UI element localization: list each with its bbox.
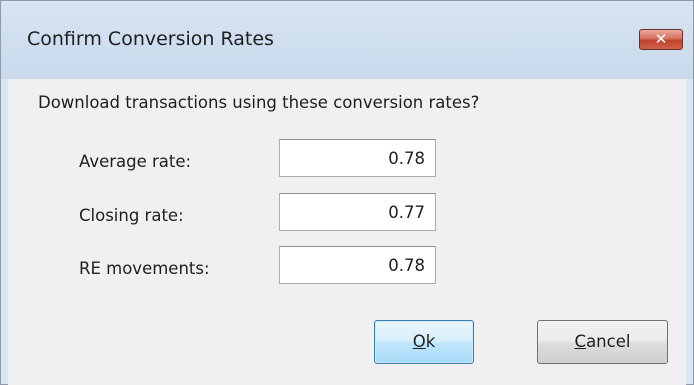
dialog-window: Confirm Conversion Rates ✕ Download tran… [0,0,694,385]
cancel-label-rest: ancel [586,332,631,351]
ok-button[interactable]: Ok [374,320,474,364]
prompt-text: Download transactions using these conver… [38,93,480,112]
ok-mnemonic: O [412,332,426,351]
cancel-mnemonic: C [574,332,587,351]
ok-label-rest: k [425,332,436,351]
closing-rate-label: Closing rate: [79,206,184,225]
average-rate-label: Average rate: [79,152,192,171]
re-movements-input[interactable] [279,246,436,284]
dialog-body: Download transactions using these conver… [8,79,686,385]
close-button[interactable]: ✕ [639,29,683,50]
re-movements-label: RE movements: [79,259,210,278]
title-bar[interactable]: Confirm Conversion Rates ✕ [1,1,693,79]
cancel-button[interactable]: Cancel [537,320,668,364]
average-rate-input[interactable] [279,139,436,177]
closing-rate-input[interactable] [279,193,436,231]
dialog-title: Confirm Conversion Rates [27,28,274,50]
close-icon: ✕ [654,30,668,48]
